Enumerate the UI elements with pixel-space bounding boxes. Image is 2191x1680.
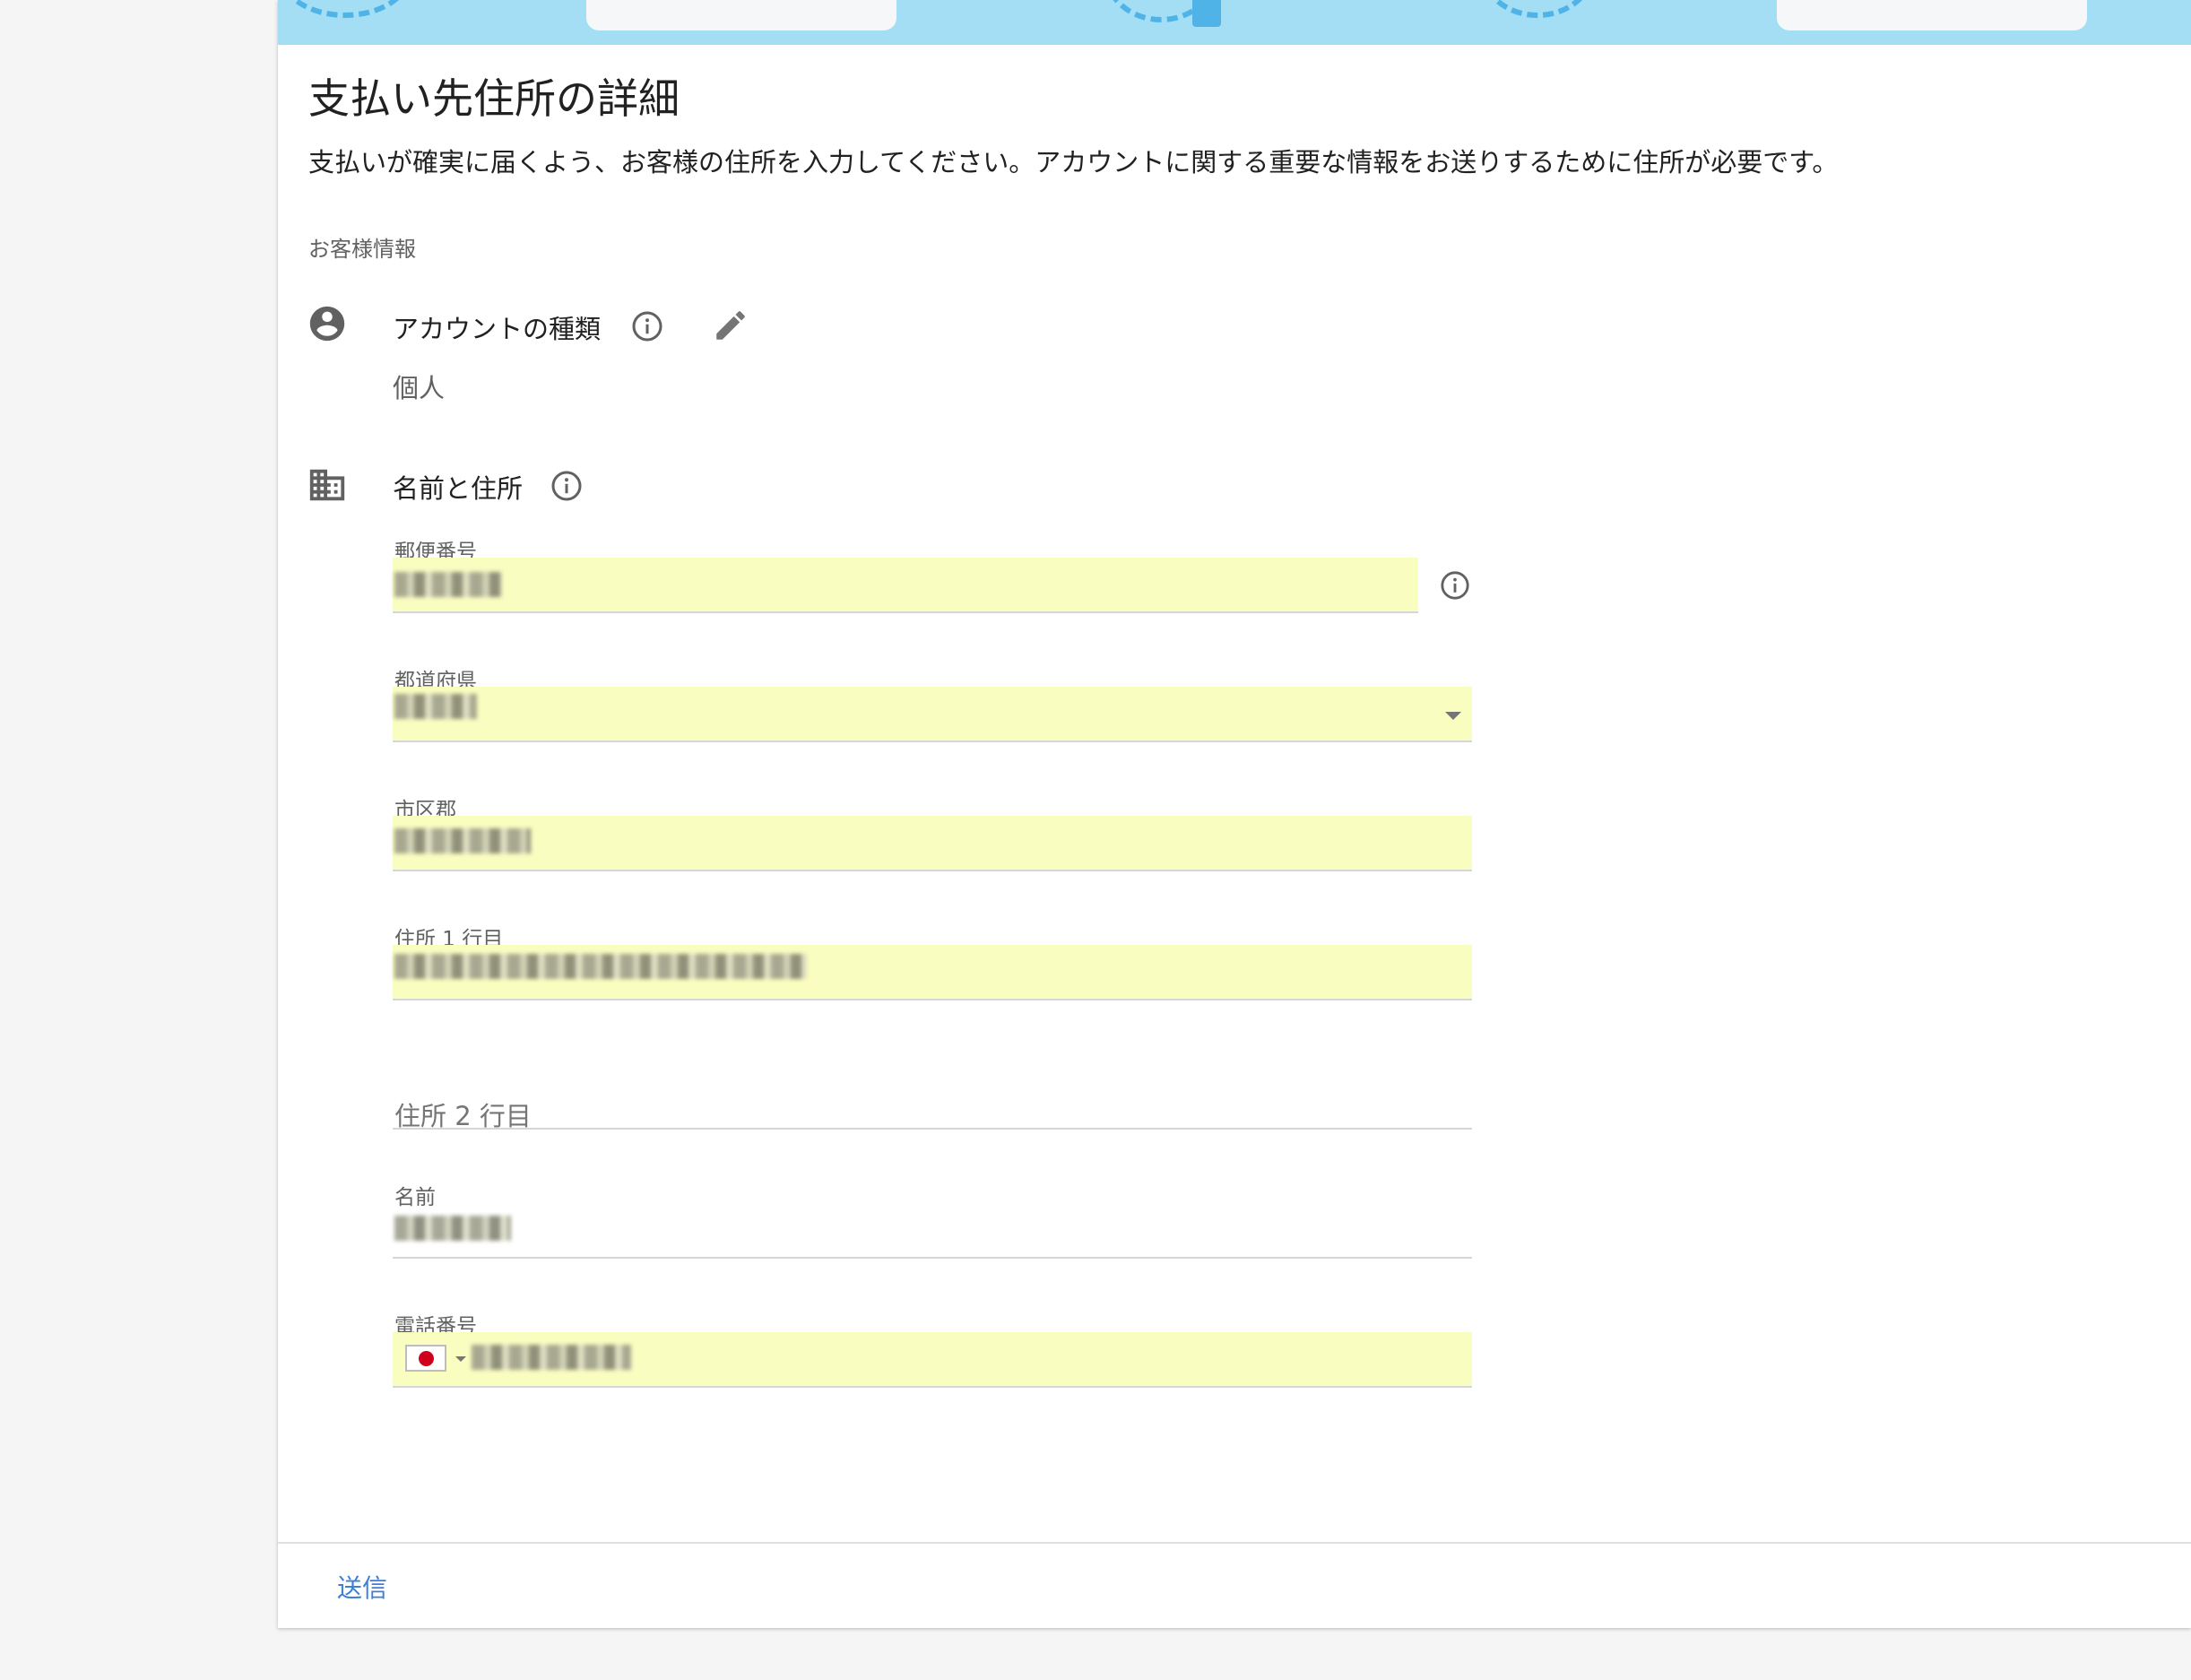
footer-divider xyxy=(278,1542,2191,1544)
city-input[interactable] xyxy=(393,816,1472,871)
page-title: 支払い先住所の詳細 xyxy=(308,74,680,123)
chevron-down-icon[interactable] xyxy=(455,1356,466,1362)
chevron-down-icon[interactable] xyxy=(1445,712,1461,720)
city-value xyxy=(394,828,531,857)
japan-flag-icon[interactable] xyxy=(405,1345,446,1372)
name-input[interactable] xyxy=(393,1203,1472,1259)
phone-value xyxy=(472,1345,631,1373)
submit-button[interactable]: 送信 xyxy=(337,1569,387,1605)
pencil-icon[interactable] xyxy=(712,307,749,344)
banner-decoration xyxy=(278,0,412,18)
postal-code-input[interactable] xyxy=(393,558,1472,613)
postal-code-value xyxy=(394,572,502,601)
banner-decoration xyxy=(1479,0,1596,18)
name-value xyxy=(394,1216,511,1244)
page-description: 支払いが確実に届くよう、お客様の住所を入力してください。アカウントに関する重要な… xyxy=(308,147,1839,178)
building-icon xyxy=(309,469,345,501)
address-line2-input[interactable]: 住所 2 行目 xyxy=(393,1074,1472,1131)
phone-input[interactable] xyxy=(393,1332,1472,1388)
prefecture-select[interactable] xyxy=(393,687,1472,742)
info-icon[interactable] xyxy=(1440,570,1470,601)
info-icon[interactable] xyxy=(550,470,583,502)
address-line1-value xyxy=(394,954,807,983)
flag-disc xyxy=(419,1351,434,1366)
account-type-title: アカウントの種類 xyxy=(393,314,602,344)
banner-decoration xyxy=(586,0,896,30)
name-address-title: 名前と住所 xyxy=(393,473,524,504)
account-circle-icon xyxy=(309,306,345,342)
postal-code-suffix xyxy=(1418,558,1472,613)
address-line2-placeholder: 住所 2 行目 xyxy=(394,1101,532,1131)
address-line1-input[interactable] xyxy=(393,945,1472,1000)
header-banner xyxy=(278,0,2191,45)
billing-address-card: 支払い先住所の詳細 支払いが確実に届くよう、お客様の住所を入力してください。アカ… xyxy=(278,0,2191,1628)
banner-decoration xyxy=(1192,0,1221,27)
section-label: お客様情報 xyxy=(308,237,416,262)
account-type-value: 個人 xyxy=(393,373,446,403)
prefecture-value xyxy=(394,694,477,723)
info-icon[interactable] xyxy=(631,310,663,342)
banner-decoration xyxy=(1777,0,2087,30)
